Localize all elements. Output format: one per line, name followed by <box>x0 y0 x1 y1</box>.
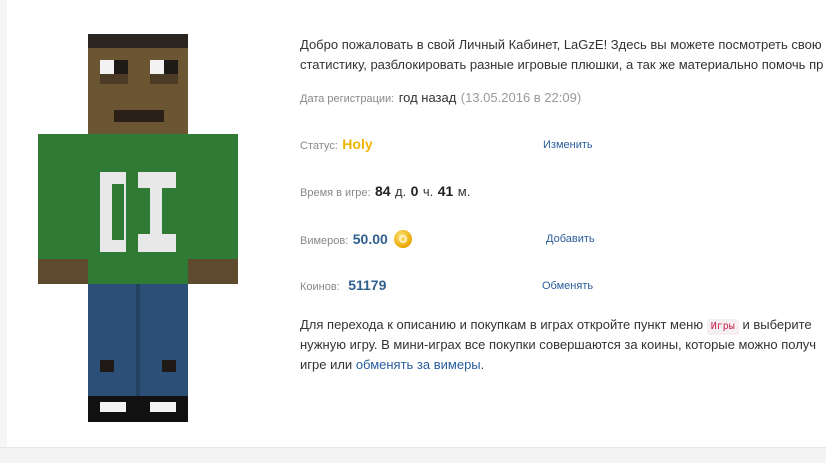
skin-logo-bottom <box>138 234 176 252</box>
status-label: Статус: <box>300 140 338 152</box>
registration-relative: год назад <box>398 90 457 105</box>
games-menu-badge: Игры <box>706 319 739 335</box>
coin-icon <box>394 230 413 248</box>
info-line-1-end: и выберите <box>742 317 812 332</box>
footer-strip <box>0 447 826 463</box>
registration-date: (13.05.2016 в 22:09) <box>460 90 582 105</box>
vimers-label: Вимеров: <box>300 235 349 247</box>
skin-leg-gap <box>136 284 140 396</box>
vimers-row: Вимеров: 50.00 Добавить <box>300 230 826 254</box>
profile-info: Добро пожаловать в свой Личный Кабинет, … <box>300 0 826 447</box>
info-line-1-start: Для перехода к описанию и покупкам в игр… <box>300 317 704 332</box>
skin-arm-right <box>188 134 238 259</box>
playtime-minutes: 41 <box>437 183 454 199</box>
skin-logo-top <box>138 172 176 188</box>
playtime-row: Время в игре: 84 д. 0 ч. 41 м. <box>300 183 826 207</box>
coins-value: 51179 <box>348 277 387 293</box>
skin-shoe-left <box>100 402 126 412</box>
skin-arm-left <box>38 134 88 259</box>
skin-hand-right <box>188 259 238 284</box>
skin-mouth <box>114 110 164 122</box>
skin-eye-left <box>100 60 114 74</box>
coins-label: Коинов: <box>300 281 340 293</box>
skin-cheek-left <box>100 74 128 84</box>
skin-hair <box>88 34 188 48</box>
playtime-hours-unit: ч. <box>422 184 434 199</box>
skin-knee-left <box>100 360 114 372</box>
status-value: Holy <box>342 136 373 152</box>
vimers-value: 50.00 <box>352 231 388 247</box>
skin-cheek-right <box>150 74 178 84</box>
add-vimers-button[interactable]: Добавить <box>546 233 595 245</box>
playtime-minutes-unit: м. <box>457 184 471 199</box>
info-line-2: нужную игру. В мини-играх все покупки со… <box>300 337 817 352</box>
left-edge <box>0 0 7 447</box>
info-line-3: игре или обменять за вимеры. <box>300 355 826 375</box>
skin-hand-left <box>38 259 88 284</box>
status-row: Статус: Holy Изменить <box>300 136 826 160</box>
welcome-text: Добро пожаловать в свой Личный Кабинет, … <box>300 35 826 75</box>
skin-shoe-right <box>150 402 176 412</box>
skin-knee-right <box>162 360 176 372</box>
skin-logo-gap <box>112 184 124 240</box>
exchange-for-vimers-link[interactable]: обменять за вимеры <box>356 357 481 372</box>
registration-row: Дата регистрации: год назад (13.05.2016 … <box>300 89 826 113</box>
skin-torso-bottom <box>88 259 188 284</box>
welcome-line-1: Добро пожаловать в свой Личный Кабинет, … <box>300 37 822 52</box>
welcome-line-2: статистику, разблокировать разные игровы… <box>300 57 824 72</box>
player-skin-preview <box>38 34 238 422</box>
coins-row: Коинов: 51179 Обменять <box>300 277 826 301</box>
playtime-days-unit: д. <box>394 184 407 199</box>
skin-pupil-right <box>164 60 178 74</box>
info-text: Для перехода к описанию и покупкам в игр… <box>300 315 826 375</box>
playtime-hours: 0 <box>410 183 419 199</box>
skin-logo-mid <box>150 188 162 238</box>
info-line-1: Для перехода к описанию и покупкам в игр… <box>300 315 826 335</box>
skin-eye-right <box>150 60 164 74</box>
exchange-coins-button[interactable]: Обменять <box>542 280 593 292</box>
change-status-button[interactable]: Изменить <box>543 139 593 151</box>
info-line-3-start: игре или <box>300 357 353 372</box>
info-line-3-end: . <box>480 357 485 372</box>
skin-pupil-left <box>114 60 128 74</box>
registration-label: Дата регистрации: <box>300 93 395 105</box>
playtime-label: Время в игре: <box>300 187 371 199</box>
playtime-days: 84 <box>374 183 391 199</box>
